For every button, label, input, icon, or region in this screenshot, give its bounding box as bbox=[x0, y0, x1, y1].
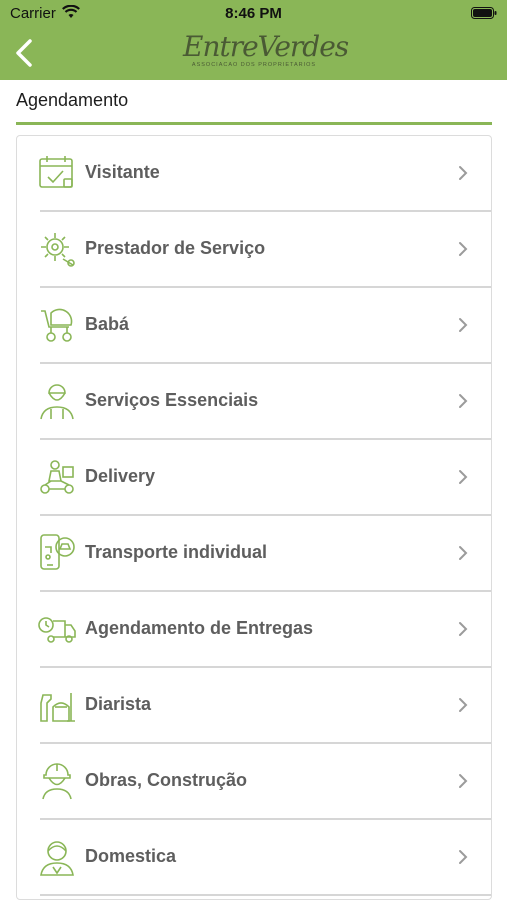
scheduling-list: Visitante Prestador de Serviço Babá Serv… bbox=[16, 135, 492, 900]
navigation-bar: EntreVerdes ASSOCIACAO DOS PROPRIETARIOS bbox=[0, 28, 507, 80]
item-label: Prestador de Serviço bbox=[85, 238, 266, 258]
battery-icon bbox=[471, 7, 497, 19]
list-item-diarista[interactable]: Diarista bbox=[17, 668, 491, 743]
list-item-transporte-individual[interactable]: Transporte individual bbox=[17, 516, 491, 591]
tools-gear-icon bbox=[41, 233, 75, 267]
chevron-right-icon bbox=[459, 622, 468, 636]
logo-wordmark: EntreVerdes bbox=[183, 30, 349, 63]
chevron-right-icon bbox=[459, 166, 468, 180]
item-label: Transporte individual bbox=[85, 542, 268, 562]
chevron-right-icon bbox=[459, 242, 468, 256]
chevron-right-icon bbox=[459, 774, 468, 788]
chevron-right-icon bbox=[459, 546, 468, 560]
page-title: Agendamento bbox=[16, 90, 129, 110]
list-item-visitante[interactable]: Visitante bbox=[17, 136, 491, 211]
status-bar: Carrier 8:46 PM bbox=[0, 0, 507, 28]
cleaning-supplies-icon bbox=[40, 693, 75, 722]
item-label: Serviços Essenciais bbox=[85, 390, 259, 410]
back-button[interactable] bbox=[10, 36, 40, 70]
list-item-domestica[interactable]: Domestica bbox=[17, 820, 491, 895]
chevron-right-icon bbox=[459, 850, 468, 864]
item-label: Agendamento de Entregas bbox=[85, 618, 314, 638]
chevron-right-icon bbox=[459, 394, 468, 408]
brand-logo: EntreVerdes ASSOCIACAO DOS PROPRIETARIOS bbox=[183, 30, 349, 76]
chevron-right-icon bbox=[459, 318, 468, 332]
chevron-right-icon bbox=[459, 698, 468, 712]
calendar-check-icon bbox=[39, 156, 73, 188]
delivery-truck-clock-icon bbox=[38, 617, 76, 643]
ride-app-icon bbox=[40, 534, 75, 570]
list-item-obras-construcao[interactable]: Obras, Construção bbox=[17, 744, 491, 819]
item-label: Obras, Construção bbox=[85, 770, 248, 790]
list-item-delivery[interactable]: Delivery bbox=[17, 440, 491, 515]
list-item-servicos-essenciais[interactable]: Serviços Essenciais bbox=[17, 364, 491, 439]
stroller-icon bbox=[41, 308, 73, 342]
housekeeper-icon bbox=[40, 841, 74, 876]
item-label: Babá bbox=[85, 314, 130, 334]
worker-icon bbox=[40, 384, 74, 420]
item-label: Domestica bbox=[85, 846, 177, 866]
divider bbox=[40, 894, 491, 896]
clock: 8:46 PM bbox=[225, 5, 282, 22]
title-underline bbox=[16, 122, 492, 125]
logo-subtitle: ASSOCIACAO DOS PROPRIETARIOS bbox=[191, 62, 317, 68]
list-item-baba[interactable]: Babá bbox=[17, 288, 491, 363]
list-item-prestador-de-servico[interactable]: Prestador de Serviço bbox=[17, 212, 491, 287]
item-label: Diarista bbox=[85, 694, 152, 714]
list-item-agendamento-de-entregas[interactable]: Agendamento de Entregas bbox=[17, 592, 491, 667]
item-label: Visitante bbox=[85, 162, 160, 182]
item-label: Delivery bbox=[85, 466, 156, 486]
delivery-scooter-icon bbox=[40, 460, 74, 494]
chevron-right-icon bbox=[459, 470, 468, 484]
construction-worker-icon bbox=[42, 763, 72, 800]
